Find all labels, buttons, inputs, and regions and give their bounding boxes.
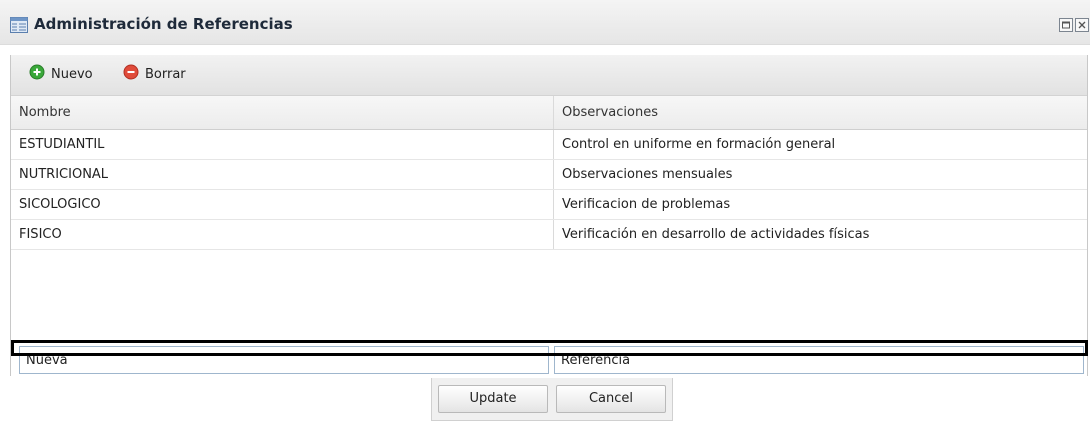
column-header-observaciones[interactable]: Observaciones (554, 96, 1087, 129)
remove-circle-icon (123, 64, 139, 84)
table-row[interactable]: FISICO Verificación en desarrollo de act… (11, 220, 1087, 250)
grid-toolbar: Nuevo Borrar (11, 55, 1087, 96)
cell-observaciones: Verificacion de problemas (562, 197, 731, 212)
grid-panel: Nuevo Borrar Nombre Observaciones ESTUDI… (10, 55, 1088, 421)
update-button[interactable]: Update (438, 385, 548, 413)
window-title: Administración de Referencias (34, 15, 293, 33)
cell-nombre: FISICO (19, 227, 62, 242)
references-window: Administración de Referencias Nuevo Borr… (0, 0, 1090, 421)
window-grid-icon (10, 17, 28, 33)
cell-observaciones: Verificación en desarrollo de actividade… (562, 227, 870, 242)
cell-observaciones: Observaciones mensuales (562, 167, 733, 182)
cell-nombre: ESTUDIANTIL (19, 137, 105, 152)
delete-button[interactable]: Borrar (123, 63, 186, 85)
row-editor: Update Cancel (11, 341, 1090, 437)
close-icon[interactable] (1075, 18, 1089, 32)
delete-button-label: Borrar (145, 66, 186, 82)
grid-header: Nombre Observaciones (11, 96, 1087, 130)
observaciones-input[interactable] (554, 346, 1084, 374)
nombre-input[interactable] (19, 346, 549, 374)
editor-button-bar: Update Cancel (431, 378, 673, 421)
new-button[interactable]: Nuevo (29, 63, 93, 85)
add-circle-icon (29, 64, 45, 84)
cancel-button[interactable]: Cancel (556, 385, 666, 413)
window-titlebar: Administración de Referencias (0, 0, 1090, 45)
maximize-icon[interactable] (1059, 18, 1073, 32)
column-header-nombre[interactable]: Nombre (11, 96, 553, 129)
table-row[interactable]: SICOLOGICO Verificacion de problemas (11, 190, 1087, 220)
table-row[interactable]: ESTUDIANTIL Control en uniforme en forma… (11, 130, 1087, 160)
new-button-label: Nuevo (51, 66, 93, 82)
cell-nombre: NUTRICIONAL (19, 167, 109, 182)
cell-observaciones: Control en uniforme en formación general (562, 137, 836, 152)
cell-nombre: SICOLOGICO (19, 197, 101, 212)
table-row[interactable]: NUTRICIONAL Observaciones mensuales (11, 160, 1087, 190)
